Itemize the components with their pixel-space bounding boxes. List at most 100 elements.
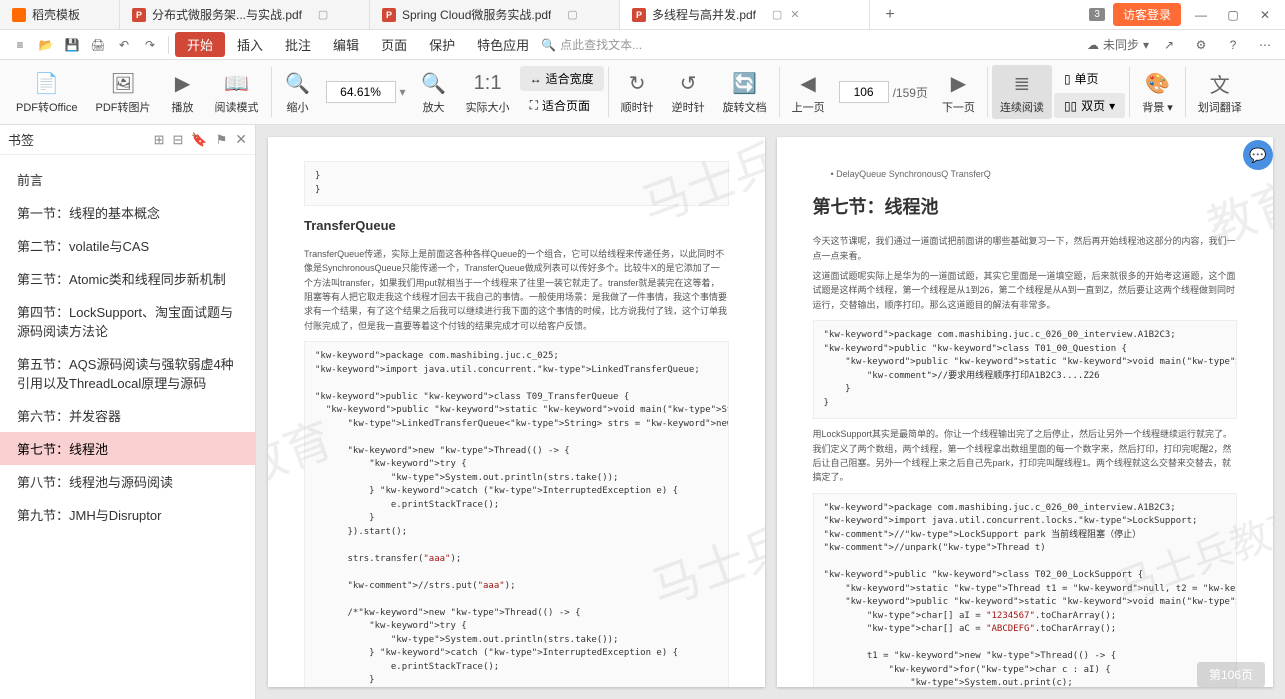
page-input[interactable] xyxy=(839,81,889,103)
bookmark-item[interactable]: 第九节：JMH与Disruptor xyxy=(0,498,255,531)
code-block: "kw-keyword">package com.mashibing.juc.c… xyxy=(304,341,729,687)
close-icon[interactable]: ✕ xyxy=(788,8,802,22)
settings-icon[interactable]: ⚙ xyxy=(1189,33,1213,57)
tool-fit-page[interactable]: ⛶ 适合页面 xyxy=(520,93,604,118)
redo-icon[interactable]: ↷ xyxy=(138,33,162,57)
tool-translate[interactable]: 文 划词翻译 xyxy=(1190,65,1250,119)
pages-area[interactable]: 马士兵 教育 马士兵 } } TransferQueue TransferQue… xyxy=(256,125,1285,699)
tab-label: 多线程与高并发.pdf xyxy=(652,6,756,23)
tool-single-page[interactable]: ▯ 单页 xyxy=(1054,66,1125,91)
menu-special[interactable]: 特色应用 xyxy=(467,32,539,57)
pdf-page-left: 马士兵 教育 马士兵 } } TransferQueue TransferQue… xyxy=(268,137,765,687)
print-icon[interactable]: 🖨 xyxy=(86,33,110,57)
notification-badge[interactable]: 3 xyxy=(1089,8,1105,21)
menu-protect[interactable]: 保护 xyxy=(419,32,465,57)
chevron-down-icon[interactable]: ▾ xyxy=(400,85,406,99)
share-icon[interactable]: ↗ xyxy=(1157,33,1181,57)
tab-template[interactable]: 稻壳模板 xyxy=(0,0,120,29)
next-page-icon: ▶ xyxy=(944,69,972,97)
login-button[interactable]: 访客登录 xyxy=(1113,3,1181,26)
tab-doc-3[interactable]: P 多线程与高并发.pdf ▢ ✕ xyxy=(620,0,870,29)
tool-zoom-out[interactable]: 🔍 缩小 xyxy=(276,65,320,119)
sync-status[interactable]: ☁ 未同步 ▾ xyxy=(1087,36,1149,53)
bookmark-icon[interactable]: ⚑ xyxy=(216,132,228,148)
fit-page-icon: ⛶ xyxy=(530,98,538,113)
actual-size-icon: 1:1 xyxy=(474,69,502,97)
double-page-icon: ▯▯ xyxy=(1064,99,1077,113)
bookmark-item[interactable]: 第一节：线程的基本概念 xyxy=(0,196,255,229)
bookmark-item[interactable]: 第八节：线程池与源码阅读 xyxy=(0,465,255,498)
tool-background[interactable]: 🎨 背景 ▾ xyxy=(1134,65,1181,119)
help-icon[interactable]: ? xyxy=(1221,33,1245,57)
tool-double-page[interactable]: ▯▯ 双页 ▾ xyxy=(1054,93,1125,118)
tool-rotate-ccw[interactable]: ↺ 逆时针 xyxy=(664,65,713,119)
float-assistant-button[interactable]: 💬 xyxy=(1243,140,1273,170)
pdf-icon: P xyxy=(632,8,646,22)
zoom-out-icon: 🔍 xyxy=(284,69,312,97)
maximize-icon[interactable]: ▢ xyxy=(1221,8,1245,22)
read-icon: 📖 xyxy=(223,69,251,97)
close-window-icon[interactable]: ✕ xyxy=(1253,8,1277,22)
menu-annotate[interactable]: 批注 xyxy=(275,32,321,57)
tool-zoom-in[interactable]: 🔍 放大 xyxy=(412,65,456,119)
tab-doc-1[interactable]: P 分布式微服务架...与实战.pdf ▢ xyxy=(120,0,370,29)
menu-page[interactable]: 页面 xyxy=(371,32,417,57)
code-block: "kw-keyword">package com.mashibing.juc.c… xyxy=(813,493,1238,687)
tool-play[interactable]: ▶ 播放 xyxy=(161,65,205,119)
bookmark-item[interactable]: 第六节：并发容器 xyxy=(0,399,255,432)
paragraph: TransferQueue传递，实际上是前面这各种各样Queue的一个组合，它可… xyxy=(304,247,729,333)
tool-fit-width[interactable]: ↔ 适合宽度 xyxy=(520,66,604,91)
undo-icon[interactable]: ↶ xyxy=(112,33,136,57)
menubar: ≡ 📂 💾 🖨 ↶ ↷ 开始 插入 批注 编辑 页面 保护 特色应用 🔍 点此查… xyxy=(0,30,1285,60)
bookmark-item[interactable]: 前言 xyxy=(0,163,255,196)
prev-page-icon: ◀ xyxy=(794,69,822,97)
collapse-icon[interactable]: ⊟ xyxy=(173,132,184,148)
continuous-icon: ≣ xyxy=(1008,69,1036,97)
tool-rotate-doc[interactable]: 🔄 旋转文档 xyxy=(715,65,775,119)
menu-start[interactable]: 开始 xyxy=(175,32,225,57)
bookmark-item[interactable]: 第七节：线程池 xyxy=(0,432,255,465)
tool-prev-page[interactable]: ◀ 上一页 xyxy=(784,65,833,119)
bookmarks-list: 前言第一节：线程的基本概念第二节：volatile与CAS第三节：Atomic类… xyxy=(0,155,255,699)
play-icon: ▶ xyxy=(169,69,197,97)
bookmark-item[interactable]: 第五节：AQS源码阅读与强软弱虚4种引用以及ThreadLocal原理与源码 xyxy=(0,347,255,399)
open-icon[interactable]: 📂 xyxy=(34,33,58,57)
pdf-page-right: 教育 马士兵教育 • DelayQueue SynchronousQ Trans… xyxy=(777,137,1274,687)
tool-continuous[interactable]: ≣ 连续阅读 xyxy=(992,65,1052,119)
zoom-in-icon: 🔍 xyxy=(420,69,448,97)
expand-icon[interactable]: ⊞ xyxy=(154,132,165,148)
chapter-title: 第七节：线程池 xyxy=(813,193,1238,222)
pdf-icon: P xyxy=(382,8,396,22)
zoom-input[interactable] xyxy=(326,81,396,103)
save-icon[interactable]: 💾 xyxy=(60,33,84,57)
rotate-doc-icon: 🔄 xyxy=(731,69,759,97)
new-tab-button[interactable]: + xyxy=(870,0,910,29)
bookmark-item[interactable]: 第二节：volatile与CAS xyxy=(0,229,255,262)
tab-doc-2[interactable]: P Spring Cloud微服务实战.pdf ▢ xyxy=(370,0,620,29)
menu-icon[interactable]: ≡ xyxy=(8,33,32,57)
code-block: "kw-keyword">package com.mashibing.juc.c… xyxy=(813,320,1238,419)
tool-read-mode[interactable]: 📖 阅读模式 xyxy=(207,65,267,119)
close-sidebar-icon[interactable]: ✕ xyxy=(235,131,247,148)
pdf-icon: P xyxy=(132,8,146,22)
bookmark-add-icon[interactable]: 🔖 xyxy=(191,132,207,148)
tool-rotate-cw[interactable]: ↻ 顺时针 xyxy=(613,65,662,119)
toolbar: 📄 PDF转Office 🖼 PDF转图片 ▶ 播放 📖 阅读模式 🔍 缩小 ▾… xyxy=(0,60,1285,125)
minimize-icon[interactable]: ― xyxy=(1189,8,1213,22)
menu-insert[interactable]: 插入 xyxy=(227,32,273,57)
more-icon[interactable]: ⋯ xyxy=(1253,33,1277,57)
search-box[interactable]: 🔍 点此查找文本... xyxy=(541,36,642,53)
bookmark-item[interactable]: 第三节：Atomic类和线程同步新机制 xyxy=(0,262,255,295)
tool-pdf-image[interactable]: 🖼 PDF转图片 xyxy=(88,65,159,119)
tool-next-page[interactable]: ▶ 下一页 xyxy=(934,65,983,119)
chevron-down-icon: ▾ xyxy=(1143,38,1149,52)
rotate-cw-icon: ↻ xyxy=(623,69,651,97)
menu-edit[interactable]: 编辑 xyxy=(323,32,369,57)
tool-actual-size[interactable]: 1:1 实际大小 xyxy=(458,65,518,119)
restore-icon[interactable]: ▢ xyxy=(565,8,579,22)
restore-icon[interactable]: ▢ xyxy=(770,8,784,22)
tool-pdf-office[interactable]: 📄 PDF转Office xyxy=(8,65,86,119)
restore-icon[interactable]: ▢ xyxy=(316,8,330,22)
bookmark-item[interactable]: 第四节：LockSupport、淘宝面试题与源码阅读方法论 xyxy=(0,295,255,347)
titlebar: 稻壳模板 P 分布式微服务架...与实战.pdf ▢ P Spring Clou… xyxy=(0,0,1285,30)
